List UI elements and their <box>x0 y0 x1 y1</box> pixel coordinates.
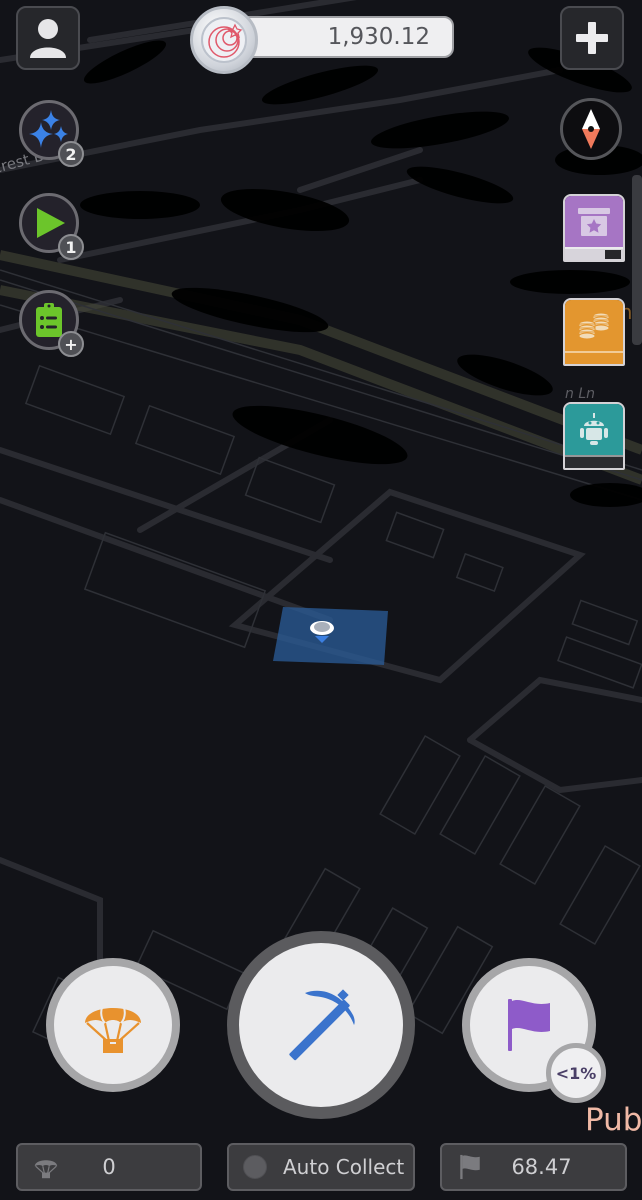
person-icon <box>30 19 66 58</box>
territory-percent: <1% <box>555 1063 597 1083</box>
airdrop-button[interactable] <box>46 958 180 1092</box>
play-icon <box>37 208 65 238</box>
robot-icon <box>580 412 608 445</box>
balance-value: 1,930.12 <box>230 16 454 58</box>
toggle-indicator <box>243 1155 267 1179</box>
location-pin-icon[interactable] <box>305 620 339 646</box>
mine-button[interactable] <box>227 931 415 1119</box>
auto-collect-toggle[interactable]: Auto Collect <box>227 1143 415 1191</box>
parachute-icon <box>34 1160 58 1179</box>
coin-icon <box>190 6 258 74</box>
airdrop-count-value: 0 <box>102 1155 116 1179</box>
flag-count[interactable]: 68.47 <box>440 1143 627 1191</box>
compass-icon <box>582 109 600 149</box>
add-button[interactable] <box>560 6 624 70</box>
pickaxe-icon <box>289 989 355 1061</box>
street-label: n Ln <box>565 386 595 402</box>
flag-icon <box>460 1154 480 1180</box>
tasks-badge: + <box>58 331 84 357</box>
plus-icon <box>576 22 608 54</box>
compass-button[interactable] <box>560 98 622 160</box>
sparkles-badge: 2 <box>58 141 84 167</box>
territory-percent-badge: <1% <box>546 1043 606 1103</box>
street-label: Pub <box>585 1102 642 1138</box>
coins-card[interactable] <box>563 298 625 366</box>
auto-collect-label: Auto Collect <box>283 1155 405 1179</box>
profile-button[interactable] <box>16 6 80 70</box>
archive-star-icon <box>578 207 610 236</box>
play-badge: 1 <box>58 234 84 260</box>
clipboard-list-icon <box>36 303 62 337</box>
balance-display[interactable]: 1,930.12 <box>190 6 454 74</box>
side-panel-edge <box>632 175 642 345</box>
airdrop-count[interactable]: 0 <box>16 1143 202 1191</box>
robot-card[interactable] <box>563 402 625 470</box>
flag-icon <box>508 999 550 1051</box>
flag-count-value: 68.47 <box>511 1155 572 1179</box>
play-button[interactable]: 1 <box>19 193 84 260</box>
storage-card[interactable] <box>563 194 625 262</box>
coin-stack-icon <box>578 312 610 339</box>
sparkles-button[interactable]: 2 <box>19 100 84 167</box>
tasks-button[interactable]: + <box>19 290 84 357</box>
parachute-icon <box>85 1002 141 1053</box>
